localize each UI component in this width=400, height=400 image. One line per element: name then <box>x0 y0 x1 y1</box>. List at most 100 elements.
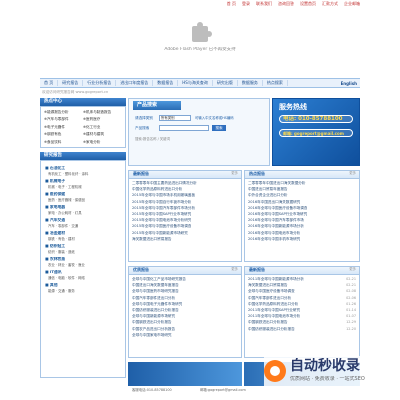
premium-report-item[interactable]: 全球与中国家电市场研究 <box>132 333 172 339</box>
nav-data-service[interactable]: 数据服务 <box>238 80 263 86</box>
category-heading[interactable]: ■ 冶金建材 <box>45 231 121 236</box>
latest-reports-header: 最新报告 更多 <box>129 171 241 179</box>
hot-news-item[interactable]: ※建材与建筑 <box>83 132 122 136</box>
plugin-puzzle-icon <box>192 22 212 42</box>
hotline-email: 邮箱: gogreport@gmail.com <box>279 129 353 137</box>
top-links: 首 页 登录 联系我们 咨询回答 设置首页 汇款方式 企业邮箱 <box>227 1 360 6</box>
news-item[interactable]: 中国纺织服装进出口分析报告 <box>248 327 295 333</box>
top-link-home[interactable]: 首 页 <box>227 1 236 6</box>
category-heading[interactable]: ■ 医药保健 <box>45 192 121 197</box>
top-link-faq[interactable]: 咨询回答 <box>278 1 294 6</box>
category-sub[interactable]: 家电 · 办公耗材 · 灯具 <box>45 211 121 215</box>
latest-reports-title: 最新报告 <box>133 171 149 176</box>
search-button[interactable]: 搜索 <box>212 125 226 131</box>
hot-news-item[interactable]: ※化工行业 <box>83 125 122 129</box>
hot-news-item[interactable]: ※电子元器件 <box>44 125 83 129</box>
search-type-select[interactable]: 所有类别 <box>159 115 191 121</box>
category-sub[interactable]: 钢铁 · 有色 · 建材 <box>45 237 121 241</box>
hot-reports-title: 热点报告 <box>249 171 265 176</box>
hot-reports-header: 热点报告 更多 <box>245 171 359 179</box>
bottom-banner-left[interactable] <box>128 362 242 386</box>
category-heading[interactable]: ■ 机械电子 <box>45 179 121 184</box>
news-header: 最新报告 更多 <box>245 267 359 275</box>
hot-reports-panel: 热点报告 更多 二零零零年中国进出口海关数据分析 中国进出口贸易年度报告 中外合… <box>244 170 360 262</box>
category-sub[interactable]: 有机化工 · 塑料化纤 · 涂料 <box>45 172 121 176</box>
top-link-set-home[interactable]: 设置首页 <box>300 1 316 6</box>
nav-industry[interactable]: 行业分析报告 <box>83 80 117 86</box>
category-sub[interactable]: 纺织 · 服装 · 造纸 <box>45 250 121 254</box>
category-sub[interactable]: 能源 · 交通 · 服务 <box>45 289 121 293</box>
nav-hot-search[interactable]: 热点搜索 <box>263 80 288 86</box>
hot-news-box: ※能源报告分析 ※机床与制造报告 ※汽车与零部件 ※医药医疗 ※电子元器件 ※化… <box>40 106 126 149</box>
hot-reports-more[interactable]: 更多 <box>349 171 356 178</box>
premium-reports-more[interactable]: 更多 <box>231 267 238 274</box>
top-link-login[interactable]: 登录 <box>242 1 250 6</box>
category-heading[interactable]: ■ 纺织轻工 <box>45 244 121 249</box>
search-keyword-label: 产品搜索 <box>135 126 150 130</box>
flash-message: Adobe Flash Player 已不再受支持 <box>164 47 236 52</box>
search-extra-text: 可输入中文名称或HS编码 <box>195 116 234 120</box>
nav-english[interactable]: English <box>341 81 360 86</box>
hot-news-item[interactable]: ※食品饮料 <box>44 140 83 144</box>
hot-news-item[interactable]: ※家电分析 <box>83 140 122 144</box>
category-sub[interactable]: 通信 · 电脑 · 软件 · 网络 <box>45 276 121 280</box>
search-keyword-input[interactable] <box>159 125 209 131</box>
hot-news-item[interactable]: ※能源报告分析 <box>44 110 83 114</box>
contact-email: 邮箱:gogreport@gmail.com <box>200 388 246 392</box>
category-sub[interactable]: 机械 · 电子 · 工程机械 <box>45 185 121 189</box>
top-link-mail[interactable]: 企业邮箱 <box>344 1 360 6</box>
product-search-box: 产品搜索 请选择类别 所有类别 可输入中文名称或HS编码 产品搜索 搜索 搜索:… <box>128 98 270 166</box>
hotline-phone-label: 电话: <box>283 116 297 122</box>
latest-reports-panel: 最新报告 更多 二零零零年中国主要药品进出口情况分析 中国化学药品原料药进出口分… <box>128 170 242 262</box>
premium-reports-panel: 优质报告 更多 全球与中国化工产品市场研究报告 中国进出口海关数据年度报告 全球… <box>128 266 242 358</box>
main-nav: 首 页 研究报告 行业分析报告 进出口年度报告 数据报告 HS与海关查询 研究出… <box>40 78 360 88</box>
hotline-email-label: 邮箱: <box>283 131 293 136</box>
contact-phone: 客服电话:010-85788100 <box>132 388 172 392</box>
hot-news-item[interactable]: ※机床与制造报告 <box>83 110 122 114</box>
category-heading[interactable]: ■ 汽车交通 <box>45 218 121 223</box>
watermark: 自动秒收录 优质网站 · 免费收录 · 一站式SEO <box>264 356 394 386</box>
watermark-logo-icon <box>264 360 286 382</box>
top-link-payment[interactable]: 汇款方式 <box>322 1 338 6</box>
search-type-value: 所有类别 <box>161 116 175 120</box>
latest-report-item[interactable]: 海关数据进出口贸易报告 <box>132 237 172 243</box>
category-heading[interactable]: ■ 家电电器 <box>45 205 121 210</box>
reports-title: 研究报告 <box>40 152 126 161</box>
hot-news-title: 热点中心 <box>40 98 126 106</box>
nav-data[interactable]: 数据报告 <box>153 80 179 86</box>
hotline-box: 服务热线 电话: 010-85788100 邮箱: gogreport@gmai… <box>272 98 360 166</box>
nav-import-export[interactable]: 进出口年度报告 <box>116 80 154 86</box>
hot-news-item[interactable]: ※汽车与零部件 <box>44 117 83 121</box>
news-title: 最新报告 <box>249 267 265 272</box>
hot-news-item[interactable]: ※医药医疗 <box>83 117 122 121</box>
nav-home[interactable]: 首 页 <box>40 80 59 86</box>
search-hint: 搜索:报告名称 / 关键词 <box>135 137 170 141</box>
category-heading[interactable]: ■ IT通讯 <box>45 270 121 275</box>
category-sub[interactable]: 农业 · 林业 · 畜牧 · 渔业 <box>45 263 121 267</box>
search-type-label: 请选择类别 <box>135 116 153 120</box>
premium-reports-header: 优质报告 更多 <box>129 267 241 275</box>
reports-categories: ■ 石油化工 有机化工 · 塑料化纤 · 涂料 ■ 机械电子 机械 · 电子 ·… <box>40 160 126 379</box>
category-sub[interactable]: 汽车 · 零部件 · 交通 <box>45 224 121 228</box>
premium-reports-title: 优质报告 <box>133 267 149 272</box>
category-heading[interactable]: ■ 其他 <box>45 283 121 288</box>
left-column: 热点中心 ※能源报告分析 ※机床与制造报告 ※汽车与零部件 ※医药医疗 ※电子元… <box>40 98 126 379</box>
hot-news-item[interactable]: ※钢铁有色 <box>44 132 83 136</box>
category-heading[interactable]: ■ 石油化工 <box>45 166 121 171</box>
hotline-email-address[interactable]: gogreport@gmail.com <box>294 131 344 136</box>
product-search-title: 产品搜索 <box>133 101 181 110</box>
watermark-name: 自动秒收录 <box>290 358 360 374</box>
nav-publish[interactable]: 研究出版 <box>213 80 238 86</box>
category-sub[interactable]: 医药 · 医疗器械 · 保健品 <box>45 198 121 202</box>
top-bar: 首 页 登录 联系我们 咨询回答 设置首页 汇款方式 企业邮箱 <box>0 0 400 8</box>
news-date: 12-20 <box>346 326 356 331</box>
category-heading[interactable]: ■ 农林牧渔 <box>45 257 121 262</box>
watermark-sub: 优质网站 · 免费收录 · 一站式SEO <box>290 376 365 382</box>
hot-report-item[interactable]: 2016年全球与中国手机市场研究 <box>248 237 300 243</box>
latest-reports-more[interactable]: 更多 <box>231 171 238 178</box>
nav-hs-query[interactable]: HS与海关查询 <box>178 80 213 86</box>
nav-research[interactable]: 研究报告 <box>58 80 84 86</box>
top-link-contact[interactable]: 联系我们 <box>256 1 272 6</box>
news-more[interactable]: 更多 <box>349 267 356 274</box>
hotline-title: 服务热线 <box>279 103 307 111</box>
